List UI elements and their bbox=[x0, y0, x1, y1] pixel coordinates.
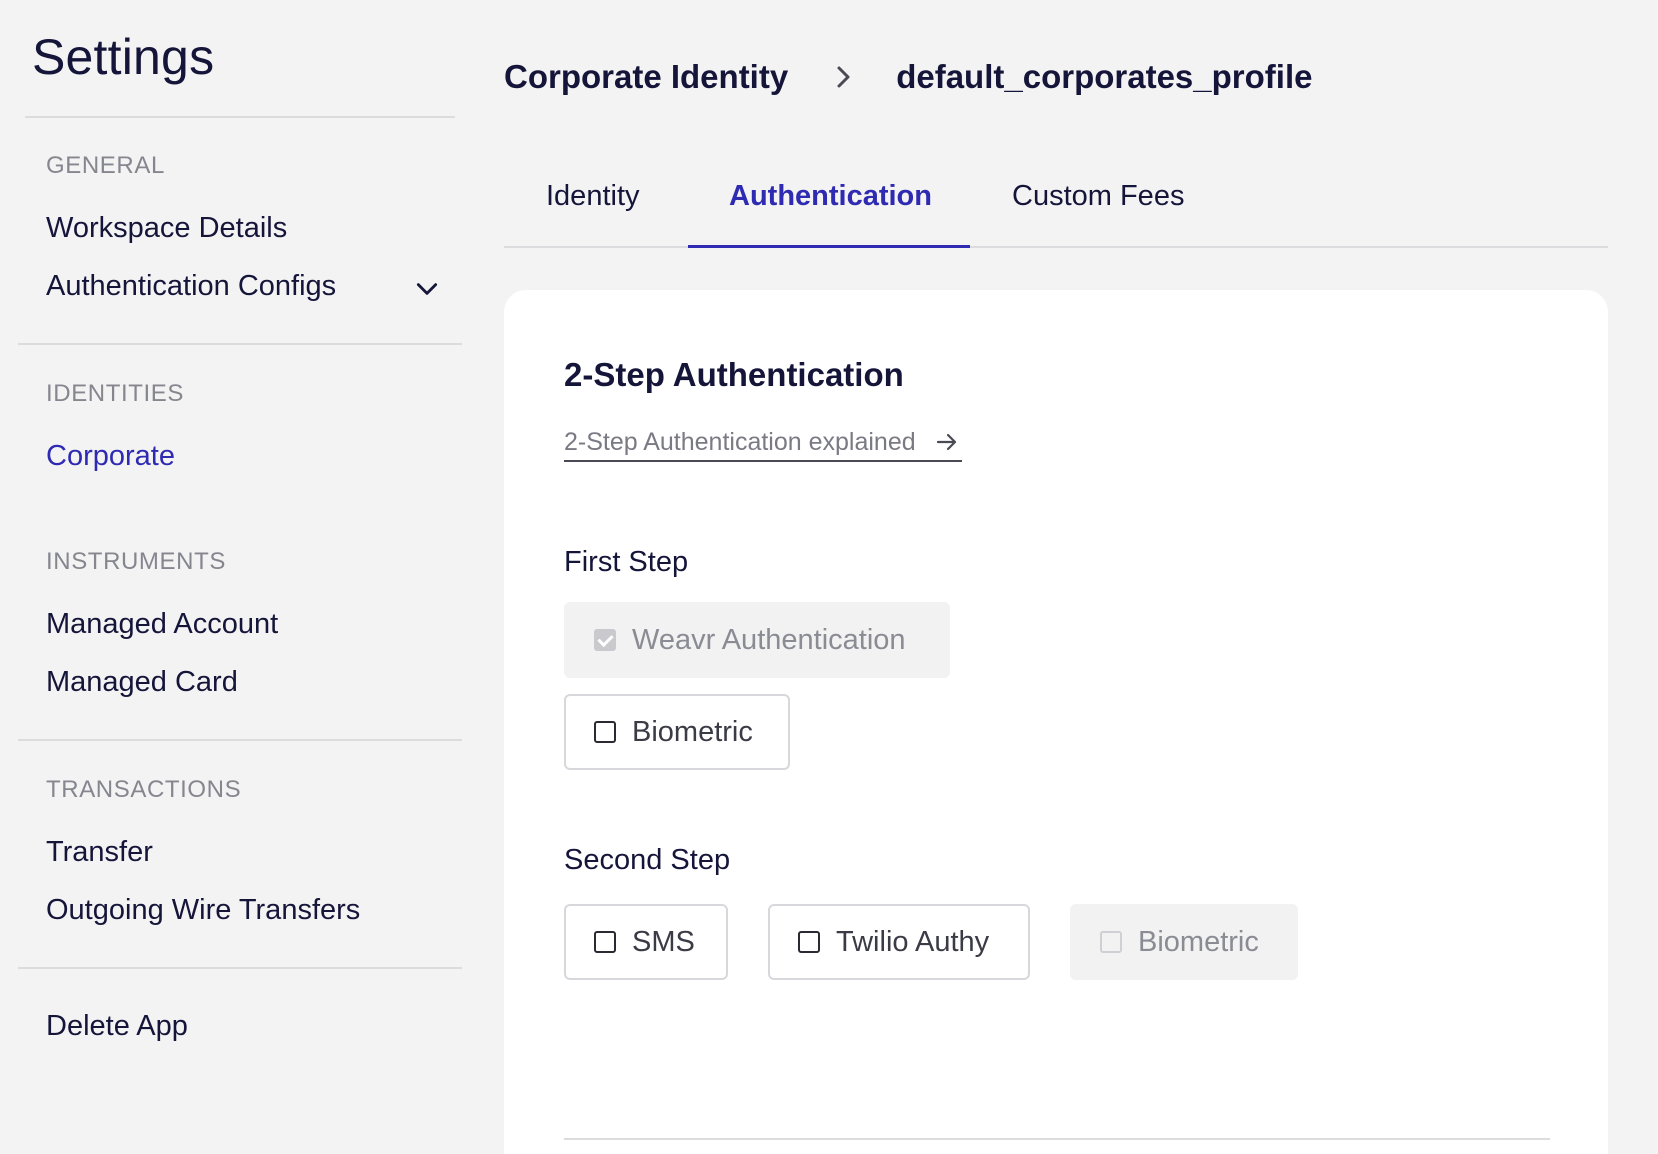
option-biometric-second-step: Biometric bbox=[1070, 904, 1298, 980]
checkbox-icon[interactable] bbox=[594, 931, 616, 953]
sidebar-item-workspace-details[interactable]: Workspace Details bbox=[46, 212, 287, 245]
divider bbox=[564, 1138, 1550, 1140]
sidebar-item-managed-account[interactable]: Managed Account bbox=[46, 608, 278, 641]
option-twilio-authy[interactable]: Twilio Authy bbox=[768, 904, 1030, 980]
chevron-down-icon[interactable] bbox=[414, 276, 440, 302]
section-label-instruments: INSTRUMENTS bbox=[46, 548, 226, 575]
checkbox-icon[interactable] bbox=[798, 931, 820, 953]
sidebar-item-delete-app[interactable]: Delete App bbox=[46, 1010, 188, 1043]
section-label-transactions: TRANSACTIONS bbox=[46, 776, 242, 803]
option-weavr-authentication: Weavr Authentication bbox=[564, 602, 950, 678]
tab-identity[interactable]: Identity bbox=[546, 180, 640, 213]
breadcrumb-parent[interactable]: Corporate Identity bbox=[504, 58, 788, 96]
sidebar-item-outgoing-wire-transfers[interactable]: Outgoing Wire Transfers bbox=[46, 894, 360, 927]
option-sms[interactable]: SMS bbox=[564, 904, 728, 980]
second-step-label: Second Step bbox=[564, 844, 731, 876]
active-tab-indicator bbox=[688, 245, 970, 248]
card-title: 2-Step Authentication bbox=[564, 356, 904, 393]
divider bbox=[18, 967, 462, 969]
tab-authentication[interactable]: Authentication bbox=[729, 180, 932, 213]
divider bbox=[18, 739, 462, 741]
section-label-identities: IDENTITIES bbox=[46, 380, 185, 407]
tab-bar: Identity Authentication Custom Fees bbox=[504, 170, 1608, 248]
option-label: Biometric bbox=[632, 715, 753, 748]
breadcrumb: Corporate Identity default_corporates_pr… bbox=[504, 58, 1312, 96]
checkbox-icon[interactable] bbox=[594, 721, 616, 743]
option-label: Twilio Authy bbox=[836, 925, 990, 958]
arrow-right-icon bbox=[936, 433, 956, 451]
chevron-right-icon bbox=[837, 66, 850, 88]
first-step-label: First Step bbox=[564, 546, 689, 578]
sidebar-item-transfer[interactable]: Transfer bbox=[46, 836, 153, 869]
divider bbox=[25, 116, 455, 118]
option-label: Biometric bbox=[1138, 925, 1259, 958]
breadcrumb-current: default_corporates_profile bbox=[896, 58, 1313, 95]
section-label-general: GENERAL bbox=[46, 152, 165, 179]
sidebar-item-managed-card[interactable]: Managed Card bbox=[46, 666, 238, 699]
sidebar-item-corporate[interactable]: Corporate bbox=[46, 440, 175, 473]
app-window: Settings GENERAL Workspace Details Authe… bbox=[0, 0, 1658, 1154]
sidebar-title: Settings bbox=[32, 29, 215, 85]
option-label: SMS bbox=[632, 925, 695, 958]
explain-link-label: 2-Step Authentication explained bbox=[564, 427, 916, 456]
checkbox-checked-icon bbox=[594, 629, 616, 651]
sidebar-item-authentication-configs[interactable]: Authentication Configs bbox=[46, 270, 336, 303]
explain-link[interactable]: 2-Step Authentication explained bbox=[564, 424, 962, 462]
authentication-card: 2-Step Authentication 2-Step Authenticat… bbox=[504, 290, 1608, 1154]
settings-sidebar: Settings GENERAL Workspace Details Authe… bbox=[0, 0, 470, 1154]
option-biometric-first-step[interactable]: Biometric bbox=[564, 694, 790, 770]
tab-custom-fees[interactable]: Custom Fees bbox=[1012, 180, 1184, 213]
divider bbox=[18, 343, 462, 345]
option-label: Weavr Authentication bbox=[632, 623, 906, 656]
checkbox-icon bbox=[1100, 931, 1122, 953]
